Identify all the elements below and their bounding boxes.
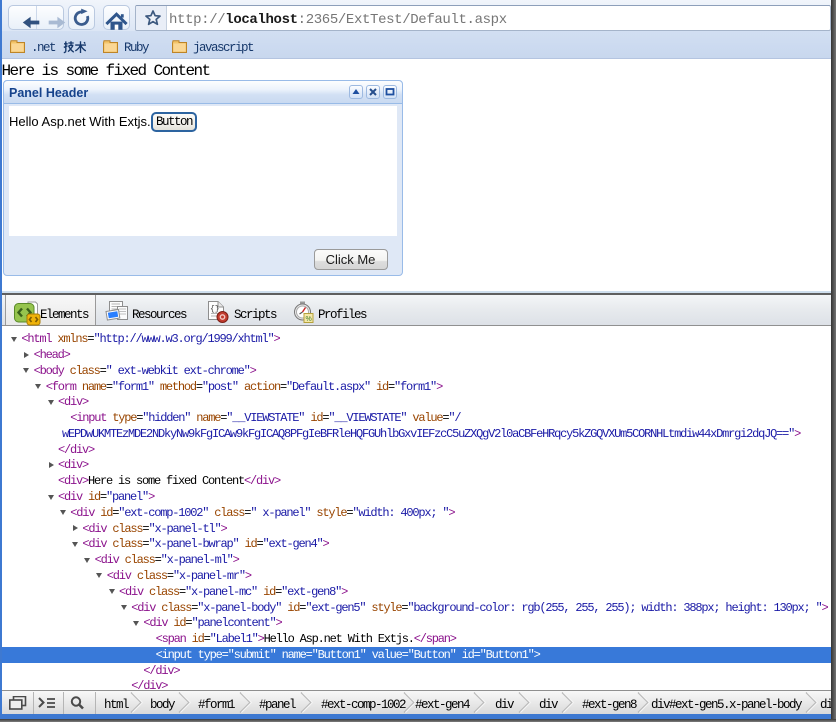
svg-text:{}: {}: [210, 305, 220, 314]
svg-text:%: %: [306, 316, 312, 323]
